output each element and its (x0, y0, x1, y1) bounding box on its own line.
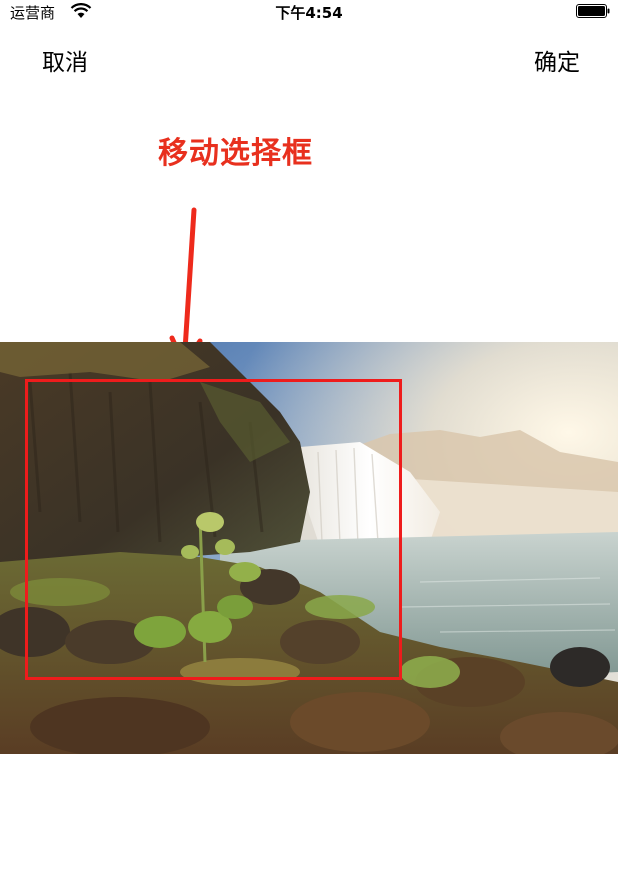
battery-icon (576, 4, 610, 18)
cancel-button[interactable]: 取消 (42, 48, 88, 78)
status-bar: 运营商 下午4:54 (0, 0, 618, 24)
annotation-label: 移动选择框 (158, 136, 313, 171)
confirm-button[interactable]: 确定 (534, 48, 580, 78)
crop-selection-box[interactable] (25, 379, 402, 680)
status-time: 下午4:54 (275, 4, 343, 22)
